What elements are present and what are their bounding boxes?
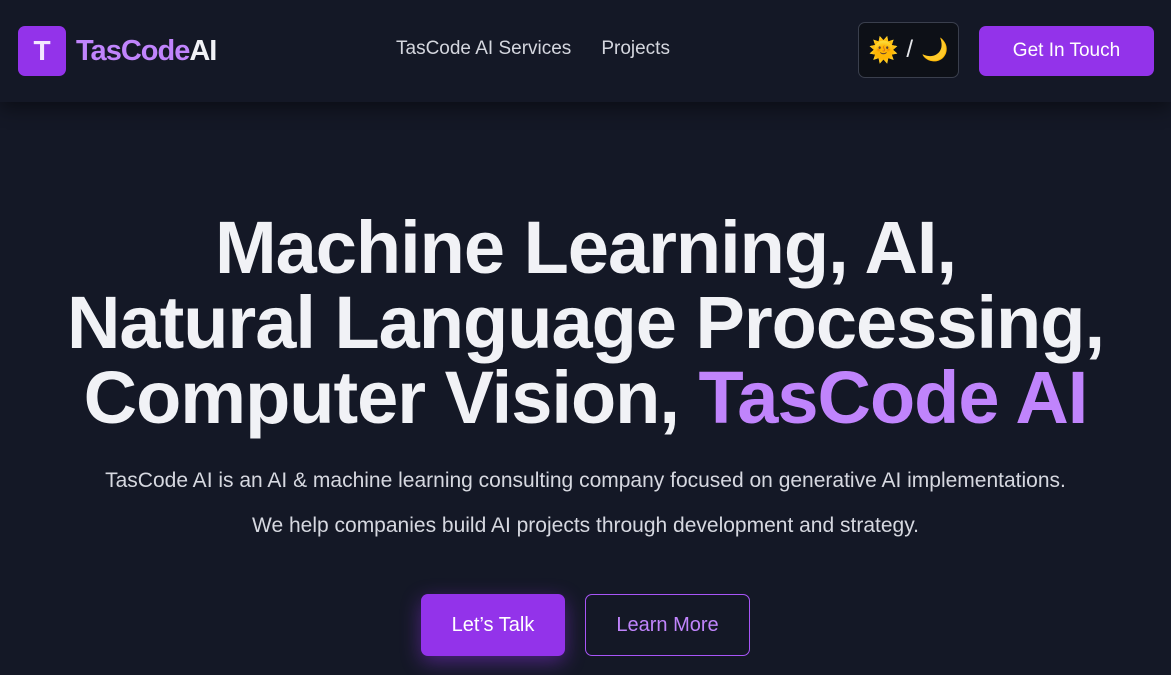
- learn-more-button[interactable]: Learn More: [585, 594, 750, 656]
- logo-mark: T: [18, 26, 66, 76]
- logo-text-part1: TasCode: [76, 34, 190, 67]
- main-nav: TasCode AI Services Projects: [396, 38, 670, 60]
- hero-title-accent: TasCode AI: [698, 356, 1088, 439]
- lets-talk-button[interactable]: Let’s Talk: [421, 594, 565, 656]
- nav-link-services[interactable]: TasCode AI Services: [396, 38, 571, 60]
- moon-icon: 🌙: [921, 37, 949, 62]
- hero-description: TasCode AI is an AI & machine learning c…: [105, 469, 1066, 492]
- logo-text: TasCodeAI: [76, 34, 217, 68]
- hero-title-line3: Computer Vision,: [83, 356, 699, 439]
- sun-icon: 🌞: [868, 36, 899, 64]
- theme-toggle-button[interactable]: 🌞 / 🌙: [858, 22, 959, 78]
- hero-title: Machine Learning, AI, Natural Language P…: [0, 210, 1171, 435]
- logo-text-part2: AI: [189, 34, 217, 67]
- hero-title-line2: Natural Language Processing,: [66, 281, 1105, 364]
- site-header: T TasCodeAI TasCode AI Services Projects…: [0, 0, 1171, 102]
- get-in-touch-button[interactable]: Get In Touch: [979, 26, 1154, 76]
- hero-title-line1: Machine Learning, AI,: [214, 206, 957, 289]
- theme-separator: /: [906, 36, 914, 63]
- nav-link-projects[interactable]: Projects: [601, 38, 670, 60]
- hero-subdescription: We help companies build AI projects thro…: [252, 514, 919, 537]
- logo-link[interactable]: T TasCodeAI: [18, 26, 217, 76]
